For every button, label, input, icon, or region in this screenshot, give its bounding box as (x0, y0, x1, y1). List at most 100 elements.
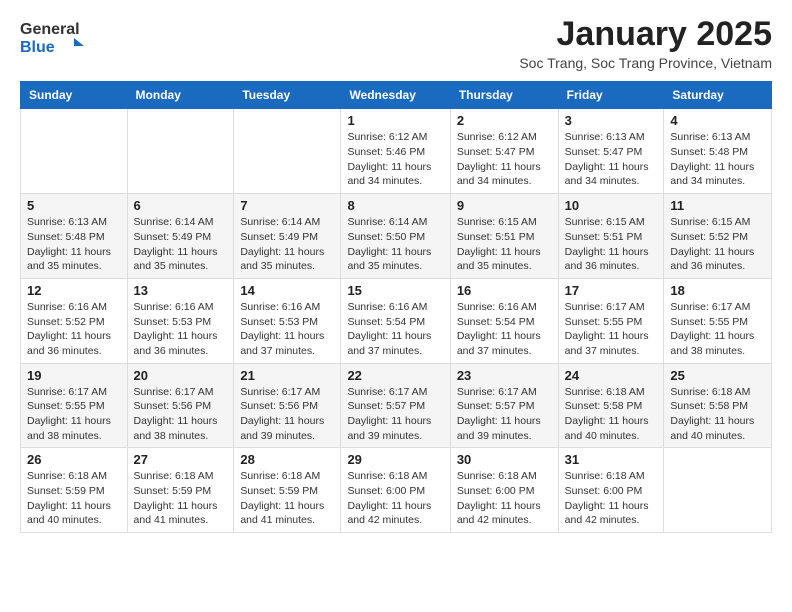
table-row: 18 Sunrise: 6:17 AMSunset: 5:55 PMDayligh… (664, 278, 772, 363)
day-number: 8 (347, 198, 443, 213)
day-number: 1 (347, 113, 443, 128)
day-info: Sunrise: 6:14 AMSunset: 5:49 PMDaylight:… (134, 215, 228, 274)
day-number: 22 (347, 368, 443, 383)
day-info: Sunrise: 6:15 AMSunset: 5:52 PMDaylight:… (670, 215, 765, 274)
day-info: Sunrise: 6:16 AMSunset: 5:54 PMDaylight:… (347, 300, 443, 359)
day-number: 14 (240, 283, 334, 298)
calendar-header-row: Sunday Monday Tuesday Wednesday Thursday… (21, 82, 772, 109)
day-number: 19 (27, 368, 121, 383)
table-row (234, 109, 341, 194)
table-row: 5 Sunrise: 6:13 AMSunset: 5:48 PMDaylight… (21, 194, 128, 279)
day-info: Sunrise: 6:17 AMSunset: 5:57 PMDaylight:… (457, 385, 552, 444)
svg-text:General: General (20, 21, 80, 38)
day-number: 10 (565, 198, 658, 213)
table-row: 10 Sunrise: 6:15 AMSunset: 5:51 PMDayligh… (558, 194, 664, 279)
calendar-table: Sunday Monday Tuesday Wednesday Thursday… (20, 81, 772, 533)
day-number: 12 (27, 283, 121, 298)
calendar-week-row: 12Sunrise: 6:16 AMSunset: 5:52 PMDayligh… (21, 278, 772, 363)
col-sunday: Sunday (21, 82, 128, 109)
table-row: 20 Sunrise: 6:17 AMSunset: 5:56 PMDayligh… (127, 363, 234, 448)
title-block: January 2025 Soc Trang, Soc Trang Provin… (519, 16, 772, 71)
table-row: 29 Sunrise: 6:18 AMSunset: 6:00 PMDayligh… (341, 448, 450, 533)
day-info: Sunrise: 6:18 AMSunset: 5:58 PMDaylight:… (670, 385, 765, 444)
day-number: 7 (240, 198, 334, 213)
day-info: Sunrise: 6:13 AMSunset: 5:48 PMDaylight:… (27, 215, 121, 274)
table-row: 2 Sunrise: 6:12 AMSunset: 5:47 PMDaylight… (450, 109, 558, 194)
table-row: 25Sunrise: 6:18 AMSunset: 5:58 PMDayligh… (664, 363, 772, 448)
table-row (127, 109, 234, 194)
col-friday: Friday (558, 82, 664, 109)
day-number: 29 (347, 452, 443, 467)
day-info: Sunrise: 6:16 AMSunset: 5:53 PMDaylight:… (240, 300, 334, 359)
table-row: 30 Sunrise: 6:18 AMSunset: 6:00 PMDayligh… (450, 448, 558, 533)
day-number: 28 (240, 452, 334, 467)
table-row: 31 Sunrise: 6:18 AMSunset: 6:00 PMDayligh… (558, 448, 664, 533)
day-info: Sunrise: 6:14 AMSunset: 5:49 PMDaylight:… (240, 215, 334, 274)
day-number: 16 (457, 283, 552, 298)
day-info: Sunrise: 6:13 AMSunset: 5:48 PMDaylight:… (670, 130, 765, 189)
day-number: 3 (565, 113, 658, 128)
day-number: 5 (27, 198, 121, 213)
table-row: 9Sunrise: 6:15 AMSunset: 5:51 PMDaylight… (450, 194, 558, 279)
table-row: 4 Sunrise: 6:13 AMSunset: 5:48 PMDaylight… (664, 109, 772, 194)
day-number: 21 (240, 368, 334, 383)
day-number: 20 (134, 368, 228, 383)
page-header: GeneralBlue January 2025 Soc Trang, Soc … (20, 16, 772, 71)
day-info: Sunrise: 6:16 AMSunset: 5:53 PMDaylight:… (134, 300, 228, 359)
day-info: Sunrise: 6:18 AMSunset: 6:00 PMDaylight:… (457, 469, 552, 528)
day-info: Sunrise: 6:12 AMSunset: 5:46 PMDaylight:… (347, 130, 443, 189)
calendar-week-row: 1 Sunrise: 6:12 AMSunset: 5:46 PMDaylight… (21, 109, 772, 194)
table-row: 26 Sunrise: 6:18 AMSunset: 5:59 PMDayligh… (21, 448, 128, 533)
day-info: Sunrise: 6:18 AMSunset: 6:00 PMDaylight:… (347, 469, 443, 528)
logo-icon: GeneralBlue (20, 16, 92, 54)
col-monday: Monday (127, 82, 234, 109)
table-row: 23 Sunrise: 6:17 AMSunset: 5:57 PMDayligh… (450, 363, 558, 448)
table-row: 6 Sunrise: 6:14 AMSunset: 5:49 PMDaylight… (127, 194, 234, 279)
day-number: 13 (134, 283, 228, 298)
day-number: 6 (134, 198, 228, 213)
table-row: 27Sunrise: 6:18 AMSunset: 5:59 PMDayligh… (127, 448, 234, 533)
table-row: 3Sunrise: 6:13 AMSunset: 5:47 PMDaylight… (558, 109, 664, 194)
day-info: Sunrise: 6:17 AMSunset: 5:55 PMDaylight:… (27, 385, 121, 444)
table-row: 7 Sunrise: 6:14 AMSunset: 5:49 PMDaylight… (234, 194, 341, 279)
day-info: Sunrise: 6:17 AMSunset: 5:56 PMDaylight:… (134, 385, 228, 444)
logo: GeneralBlue (20, 16, 92, 54)
table-row: 14 Sunrise: 6:16 AMSunset: 5:53 PMDayligh… (234, 278, 341, 363)
day-info: Sunrise: 6:15 AMSunset: 5:51 PMDaylight:… (565, 215, 658, 274)
table-row: 1 Sunrise: 6:12 AMSunset: 5:46 PMDaylight… (341, 109, 450, 194)
calendar-week-row: 5 Sunrise: 6:13 AMSunset: 5:48 PMDaylight… (21, 194, 772, 279)
table-row: 21Sunrise: 6:17 AMSunset: 5:56 PMDayligh… (234, 363, 341, 448)
table-row: 17Sunrise: 6:17 AMSunset: 5:55 PMDayligh… (558, 278, 664, 363)
day-number: 2 (457, 113, 552, 128)
day-info: Sunrise: 6:17 AMSunset: 5:55 PMDaylight:… (670, 300, 765, 359)
table-row (21, 109, 128, 194)
table-row: 15 Sunrise: 6:16 AMSunset: 5:54 PMDayligh… (341, 278, 450, 363)
day-info: Sunrise: 6:18 AMSunset: 6:00 PMDaylight:… (565, 469, 658, 528)
day-number: 18 (670, 283, 765, 298)
col-tuesday: Tuesday (234, 82, 341, 109)
day-number: 11 (670, 198, 765, 213)
day-number: 4 (670, 113, 765, 128)
calendar-week-row: 19 Sunrise: 6:17 AMSunset: 5:55 PMDayligh… (21, 363, 772, 448)
day-number: 15 (347, 283, 443, 298)
table-row: 28Sunrise: 6:18 AMSunset: 5:59 PMDayligh… (234, 448, 341, 533)
day-number: 31 (565, 452, 658, 467)
day-number: 24 (565, 368, 658, 383)
location-subtitle: Soc Trang, Soc Trang Province, Vietnam (519, 55, 772, 71)
day-info: Sunrise: 6:17 AMSunset: 5:57 PMDaylight:… (347, 385, 443, 444)
day-number: 26 (27, 452, 121, 467)
month-title: January 2025 (519, 16, 772, 53)
day-info: Sunrise: 6:18 AMSunset: 5:59 PMDaylight:… (27, 469, 121, 528)
day-number: 27 (134, 452, 228, 467)
col-wednesday: Wednesday (341, 82, 450, 109)
table-row: 11 Sunrise: 6:15 AMSunset: 5:52 PMDayligh… (664, 194, 772, 279)
table-row: 24Sunrise: 6:18 AMSunset: 5:58 PMDayligh… (558, 363, 664, 448)
day-info: Sunrise: 6:16 AMSunset: 5:54 PMDaylight:… (457, 300, 552, 359)
table-row: 12Sunrise: 6:16 AMSunset: 5:52 PMDayligh… (21, 278, 128, 363)
day-number: 30 (457, 452, 552, 467)
calendar-week-row: 26 Sunrise: 6:18 AMSunset: 5:59 PMDayligh… (21, 448, 772, 533)
table-row: 8Sunrise: 6:14 AMSunset: 5:50 PMDaylight… (341, 194, 450, 279)
day-number: 23 (457, 368, 552, 383)
day-info: Sunrise: 6:17 AMSunset: 5:55 PMDaylight:… (565, 300, 658, 359)
day-info: Sunrise: 6:12 AMSunset: 5:47 PMDaylight:… (457, 130, 552, 189)
